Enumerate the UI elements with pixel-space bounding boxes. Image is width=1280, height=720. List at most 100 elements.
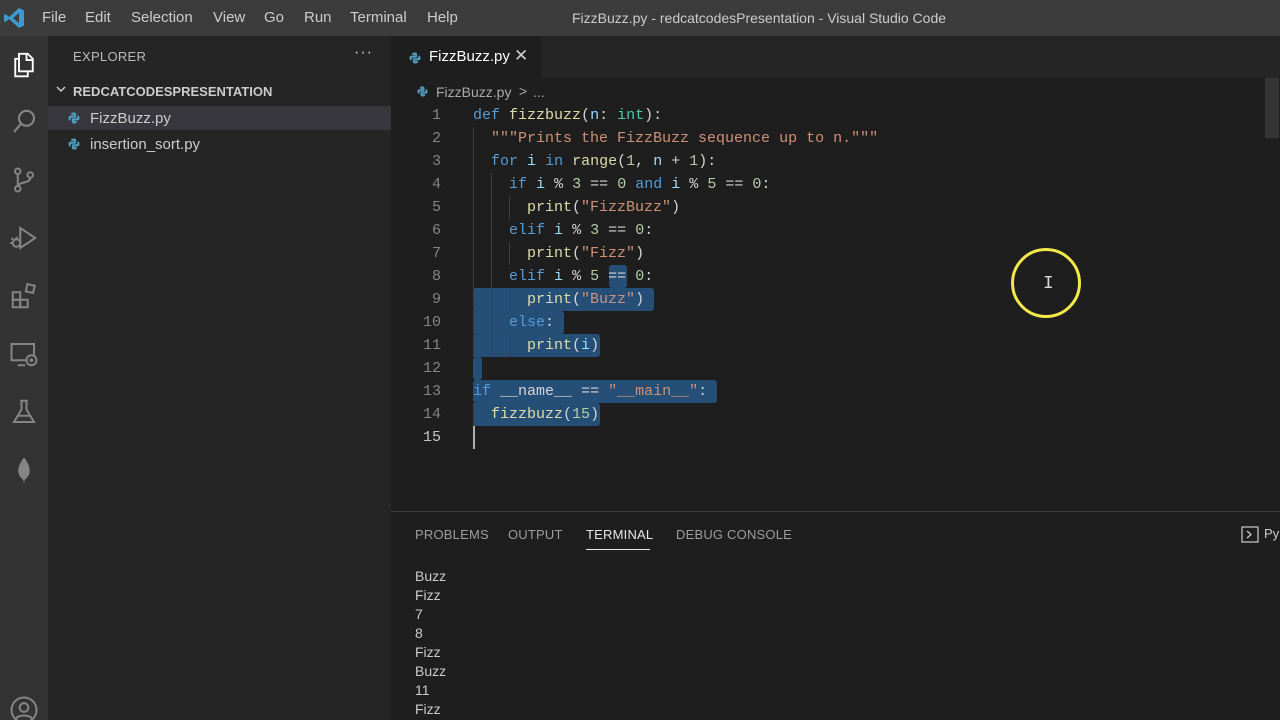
explorer-icon[interactable] (0, 41, 48, 89)
terminal-line: Fizz (415, 587, 441, 603)
line-number: 3 (431, 153, 441, 170)
menu-help[interactable]: Help (420, 0, 465, 36)
run-debug-icon[interactable] (0, 214, 48, 262)
code-text: elif i % 3 == 0: (509, 222, 654, 239)
code-editor[interactable]: 1 def fizzbuzz(n: int): 2 """Prints the Fi… (391, 104, 1280, 504)
mongodb-icon[interactable] (0, 446, 48, 494)
file-item-insertion-sort[interactable]: insertion_sort.py (48, 132, 391, 156)
terminal-line: Fizz (415, 701, 441, 717)
breadcrumb-symbols[interactable]: ... (533, 84, 545, 100)
extensions-icon[interactable] (0, 272, 48, 320)
tab-fizzbuzz[interactable]: FizzBuzz.py ✕ (391, 36, 541, 78)
text-selection (473, 357, 483, 380)
tab-problems[interactable]: PROBLEMS (415, 527, 489, 542)
breadcrumb-file[interactable]: FizzBuzz.py (436, 84, 511, 100)
tab-label: FizzBuzz.py (429, 48, 510, 65)
search-icon[interactable] (0, 98, 48, 146)
menu-file[interactable]: File (35, 0, 73, 36)
code-line[interactable]: 11 print(i) (391, 334, 1280, 357)
python-file-icon (68, 112, 80, 124)
file-name: FizzBuzz.py (90, 110, 171, 127)
menu-run[interactable]: Run (297, 0, 339, 36)
file-item-fizzbuzz[interactable]: FizzBuzz.py (48, 106, 391, 130)
terminal-line: 11 (415, 682, 430, 698)
code-text: else: (509, 314, 555, 331)
code-line[interactable]: 9 print("Buzz") (391, 288, 1280, 311)
terminal-output[interactable]: Buzz Fizz 7 8 Fizz Buzz 11 Fizz (415, 567, 446, 719)
code-text: if __name__ == "__main__": (473, 383, 708, 400)
more-actions-button[interactable]: ··· (354, 44, 373, 62)
code-line[interactable]: 5 print("FizzBuzz") (391, 196, 1280, 219)
code-text: print(i) (527, 337, 600, 354)
explorer-sidebar: EXPLORER ··· REDCATCODESPRESENTATION Fiz… (48, 36, 391, 720)
testing-icon[interactable] (0, 388, 48, 436)
activity-bar (0, 36, 48, 720)
code-line[interactable]: 14 fizzbuzz(15) (391, 403, 1280, 426)
breadcrumb-separator: > (519, 83, 528, 99)
menu-edit[interactable]: Edit (78, 0, 118, 36)
text-cursor-icon: I (1043, 274, 1054, 294)
tab-debug-console[interactable]: DEBUG CONSOLE (676, 527, 792, 542)
tab-terminal[interactable]: TERMINAL (586, 527, 653, 542)
code-line[interactable]: 13 if __name__ == "__main__": (391, 380, 1280, 403)
line-number: 11 (422, 337, 441, 354)
terminal-line: Buzz (415, 568, 447, 584)
editor-group: FizzBuzz.py ✕ FizzBuzz.py > ... 1 def fiz… (391, 36, 1280, 510)
code-line[interactable]: 6 elif i % 3 == 0: (391, 219, 1280, 242)
menu-selection[interactable]: Selection (124, 0, 200, 36)
python-file-icon (417, 86, 428, 97)
python-file-icon (68, 138, 80, 150)
explorer-title: EXPLORER (73, 49, 147, 64)
line-number: 7 (431, 245, 441, 262)
code-line[interactable]: 3 for i in range(1, n + 1): (391, 150, 1280, 173)
code-line[interactable]: 7 print("Fizz") (391, 242, 1280, 265)
code-line[interactable]: 12 (391, 357, 1280, 380)
code-text: print("FizzBuzz") (527, 199, 681, 216)
line-number: 9 (431, 291, 441, 308)
menu-view[interactable]: View (206, 0, 252, 36)
code-text: def fizzbuzz(n: int): (473, 107, 663, 124)
menu-terminal[interactable]: Terminal (343, 0, 414, 36)
line-number: 10 (422, 314, 441, 331)
terminal-line: Fizz (415, 644, 441, 660)
tab-output[interactable]: OUTPUT (508, 527, 563, 542)
terminal-shell-label[interactable]: Py (1264, 526, 1279, 541)
code-text: """Prints the FizzBuzz sequence up to n.… (491, 130, 879, 147)
line-number: 2 (431, 130, 441, 147)
terminal-line: 7 (415, 606, 423, 622)
title-bar: File Edit Selection View Go Run Terminal… (0, 0, 1280, 36)
chevron-down-icon (56, 86, 66, 93)
line-number: 6 (431, 222, 441, 239)
code-line[interactable]: 2 """Prints the FizzBuzz sequence up to … (391, 127, 1280, 150)
text-caret (473, 426, 475, 449)
line-number: 4 (431, 176, 441, 193)
workspace-folder[interactable]: REDCATCODESPRESENTATION (48, 80, 391, 102)
code-line[interactable]: 1 def fizzbuzz(n: int): (391, 104, 1280, 127)
breadcrumb: FizzBuzz.py > ... (391, 78, 1280, 104)
code-text: fizzbuzz(15) (491, 406, 600, 423)
terminal-icon[interactable] (1241, 526, 1259, 543)
code-line[interactable]: 4 if i % 3 == 0 and i % 5 == 0: (391, 173, 1280, 196)
python-file-icon (409, 52, 421, 64)
terminal-line: 8 (415, 625, 423, 641)
line-number: 13 (422, 383, 441, 400)
line-number: 14 (422, 406, 441, 423)
menu-go[interactable]: Go (257, 0, 291, 36)
code-text: for i in range(1, n + 1): (491, 153, 717, 170)
source-control-icon[interactable] (0, 156, 48, 204)
code-text: elif i % 5 == 0: (509, 268, 654, 285)
file-name: insertion_sort.py (90, 136, 201, 153)
close-icon[interactable]: ✕ (514, 46, 528, 66)
code-line[interactable]: 10 else: (391, 311, 1280, 334)
terminal-line: Buzz (415, 663, 447, 679)
code-text: print("Fizz") (527, 245, 645, 262)
line-number: 15 (422, 429, 441, 446)
code-line[interactable]: 15 (391, 426, 1280, 449)
code-line[interactable]: 8 elif i % 5 == 0: (391, 265, 1280, 288)
line-number: 8 (431, 268, 441, 285)
bottom-panel: PROBLEMS OUTPUT TERMINAL DEBUG CONSOLE P… (391, 511, 1280, 720)
account-icon[interactable] (0, 686, 48, 720)
editor-tabs: FizzBuzz.py ✕ (391, 36, 1280, 78)
workspace-folder-name: REDCATCODESPRESENTATION (73, 84, 273, 99)
remote-explorer-icon[interactable] (0, 330, 48, 378)
